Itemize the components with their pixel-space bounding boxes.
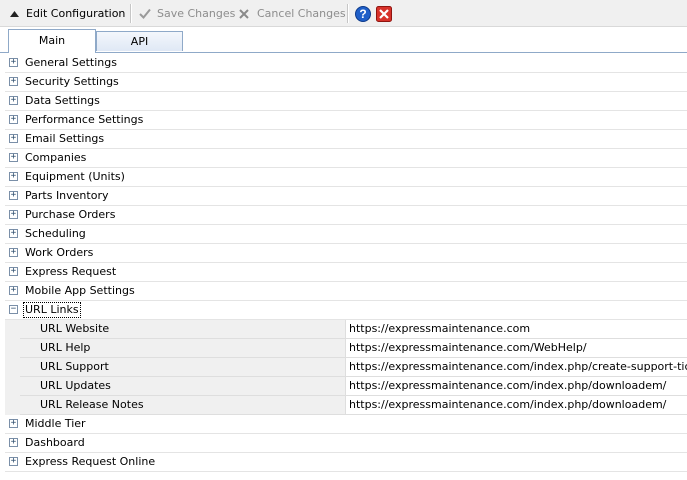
category-label: Email Settings	[25, 132, 105, 145]
row-gutter	[5, 339, 20, 358]
expand-plus-icon[interactable]: +	[9, 229, 18, 238]
category-performance-settings[interactable]: + Performance Settings	[5, 111, 687, 130]
category-scheduling[interactable]: + Scheduling	[5, 225, 687, 244]
property-row-url-updates[interactable]: URL Updates https://expressmaintenance.c…	[5, 377, 687, 396]
category-label: Purchase Orders	[25, 208, 116, 221]
row-gutter	[5, 358, 20, 377]
checkmark-icon	[138, 8, 151, 20]
category-dashboard[interactable]: + Dashboard	[5, 434, 687, 453]
expand-plus-icon[interactable]: +	[9, 438, 18, 447]
category-label: Scheduling	[25, 227, 86, 240]
category-label: Equipment (Units)	[25, 170, 125, 183]
category-work-orders[interactable]: + Work Orders	[5, 244, 687, 263]
collapse-minus-icon[interactable]: −	[9, 305, 18, 314]
triangle-up-icon	[9, 9, 19, 19]
property-row-url-support[interactable]: URL Support https://expressmaintenance.c…	[5, 358, 687, 377]
category-label: Mobile App Settings	[25, 284, 135, 297]
expand-plus-icon[interactable]: +	[9, 419, 18, 428]
tab-main-label: Main	[38, 34, 66, 47]
cancel-changes-label: Cancel Changes	[257, 7, 346, 20]
expand-plus-icon[interactable]: +	[9, 172, 18, 181]
tab-strip: Main API	[0, 27, 687, 53]
expand-plus-icon[interactable]: +	[9, 457, 18, 466]
toolbar: Edit Configuration Save Changes Cancel C…	[0, 0, 687, 27]
row-gutter	[5, 320, 20, 339]
expand-plus-icon[interactable]: +	[9, 77, 18, 86]
category-equipment-units[interactable]: + Equipment (Units)	[5, 168, 687, 187]
close-button[interactable]	[376, 0, 392, 27]
expand-plus-icon[interactable]: +	[9, 286, 18, 295]
expand-plus-icon[interactable]: +	[9, 115, 18, 124]
tab-api[interactable]: API	[96, 31, 183, 51]
cancel-changes-button[interactable]: Cancel Changes	[238, 0, 346, 27]
category-label: Dashboard	[25, 436, 85, 449]
category-purchase-orders[interactable]: + Purchase Orders	[5, 206, 687, 225]
category-url-links[interactable]: − URL Links	[5, 301, 687, 320]
property-value[interactable]: https://expressmaintenance.com/index.php…	[346, 396, 687, 415]
category-label: Data Settings	[25, 94, 100, 107]
property-name: URL Updates	[20, 377, 346, 396]
help-button[interactable]: ?	[355, 0, 371, 27]
category-mobile-app-settings[interactable]: + Mobile App Settings	[5, 282, 687, 301]
close-icon	[376, 5, 392, 22]
category-data-settings[interactable]: + Data Settings	[5, 92, 687, 111]
property-row-url-help[interactable]: URL Help https://expressmaintenance.com/…	[5, 339, 687, 358]
category-label: Middle Tier	[25, 417, 86, 430]
tab-divider	[0, 52, 687, 53]
property-value[interactable]: https://expressmaintenance.com/index.php…	[346, 377, 687, 396]
save-changes-button[interactable]: Save Changes	[138, 0, 235, 27]
toolbar-separator	[130, 4, 132, 23]
category-express-request-online[interactable]: + Express Request Online	[5, 453, 687, 472]
row-gutter	[5, 377, 20, 396]
category-security-settings[interactable]: + Security Settings	[5, 73, 687, 92]
expand-plus-icon[interactable]: +	[9, 153, 18, 162]
property-name: URL Website	[20, 320, 346, 339]
expand-plus-icon[interactable]: +	[9, 58, 18, 67]
category-label: Express Request Online	[25, 455, 156, 468]
property-row-url-website[interactable]: URL Website https://expressmaintenance.c…	[5, 320, 687, 339]
property-grid: + General Settings + Security Settings +…	[5, 54, 687, 472]
category-label: Parts Inventory	[25, 189, 109, 202]
tab-main[interactable]: Main	[8, 29, 96, 53]
category-label: Work Orders	[25, 246, 94, 259]
category-middle-tier[interactable]: + Middle Tier	[5, 415, 687, 434]
x-icon	[238, 8, 250, 20]
expand-plus-icon[interactable]: +	[9, 267, 18, 276]
property-row-url-release-notes[interactable]: URL Release Notes https://expressmainten…	[5, 396, 687, 415]
help-icon: ?	[355, 5, 371, 22]
category-label: Security Settings	[25, 75, 119, 88]
property-value[interactable]: https://expressmaintenance.com/index.php…	[346, 358, 687, 377]
category-label: General Settings	[25, 56, 117, 69]
row-gutter	[5, 396, 20, 415]
category-label: Express Request	[25, 265, 117, 278]
tab-api-label: API	[130, 35, 149, 48]
expand-plus-icon[interactable]: +	[9, 134, 18, 143]
edit-configuration-label: Edit Configuration	[26, 7, 126, 20]
category-express-request[interactable]: + Express Request	[5, 263, 687, 282]
category-email-settings[interactable]: + Email Settings	[5, 130, 687, 149]
svg-text:?: ?	[359, 7, 366, 21]
property-name: URL Release Notes	[20, 396, 346, 415]
category-companies[interactable]: + Companies	[5, 149, 687, 168]
toolbar-separator	[347, 4, 349, 23]
category-label: Performance Settings	[25, 113, 144, 126]
category-general-settings[interactable]: + General Settings	[5, 54, 687, 73]
property-name: URL Support	[20, 358, 346, 377]
save-changes-label: Save Changes	[157, 7, 236, 20]
expand-plus-icon[interactable]: +	[9, 191, 18, 200]
category-label: Companies	[25, 151, 87, 164]
expand-plus-icon[interactable]: +	[9, 210, 18, 219]
edit-configuration-button[interactable]: Edit Configuration	[9, 0, 125, 27]
category-label: URL Links	[23, 302, 81, 318]
expand-plus-icon[interactable]: +	[9, 248, 18, 257]
expand-plus-icon[interactable]: +	[9, 96, 18, 105]
category-parts-inventory[interactable]: + Parts Inventory	[5, 187, 687, 206]
property-value[interactable]: https://expressmaintenance.com	[346, 320, 687, 339]
property-name: URL Help	[20, 339, 346, 358]
property-value[interactable]: https://expressmaintenance.com/WebHelp/	[346, 339, 687, 358]
